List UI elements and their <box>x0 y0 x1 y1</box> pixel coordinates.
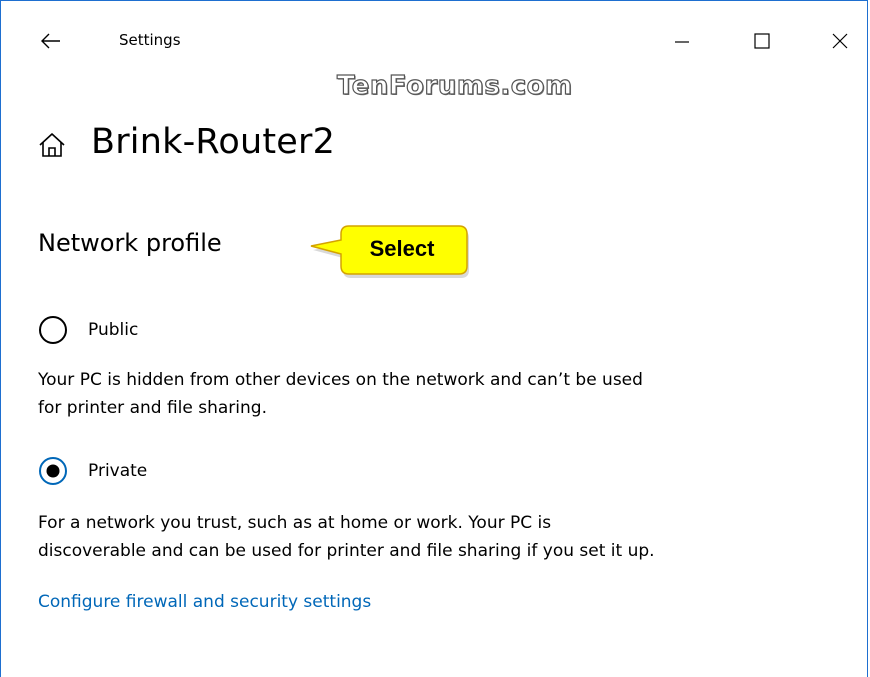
page-title: Brink-Router2 <box>91 122 336 162</box>
section-title: Network profile <box>38 229 222 257</box>
private-description-line1: For a network you trust, such as at home… <box>38 513 552 533</box>
public-description-line2: for printer and file sharing. <box>38 398 267 418</box>
minimize-icon <box>675 41 689 43</box>
close-icon <box>832 33 848 49</box>
radio-private-circle[interactable] <box>38 456 68 486</box>
configure-firewall-link[interactable]: Configure firewall and security settings <box>38 592 371 612</box>
close-button[interactable] <box>817 23 863 59</box>
watermark: TenForums.com <box>336 70 573 101</box>
public-description: Your PC is hidden from other devices on … <box>38 366 838 422</box>
radio-public[interactable]: Public <box>38 315 138 345</box>
page-header: Brink-Router2 <box>37 117 335 167</box>
arrow-left-icon <box>41 33 60 49</box>
select-callout: Select <box>309 222 471 278</box>
app-title: Settings <box>119 31 181 49</box>
radio-checked-icon <box>39 457 67 485</box>
radio-private-label: Private <box>88 461 148 481</box>
private-description: For a network you trust, such as at home… <box>38 509 838 565</box>
radio-unchecked-icon <box>39 316 67 344</box>
title-bar: Settings <box>1 1 867 79</box>
radio-private[interactable]: Private <box>38 456 147 486</box>
maximize-icon <box>754 33 770 49</box>
settings-window: Settings TenForums.com Brink-Router2 Net… <box>0 0 868 677</box>
callout-label: Select <box>369 236 435 261</box>
home-icon[interactable] <box>37 130 67 160</box>
maximize-button[interactable] <box>739 23 785 59</box>
radio-public-circle[interactable] <box>38 315 68 345</box>
minimize-button[interactable] <box>659 23 705 59</box>
public-description-line1: Your PC is hidden from other devices on … <box>38 370 643 390</box>
back-button[interactable] <box>31 23 71 59</box>
private-description-line2: discoverable and can be used for printer… <box>38 541 655 561</box>
radio-public-label: Public <box>88 320 139 340</box>
